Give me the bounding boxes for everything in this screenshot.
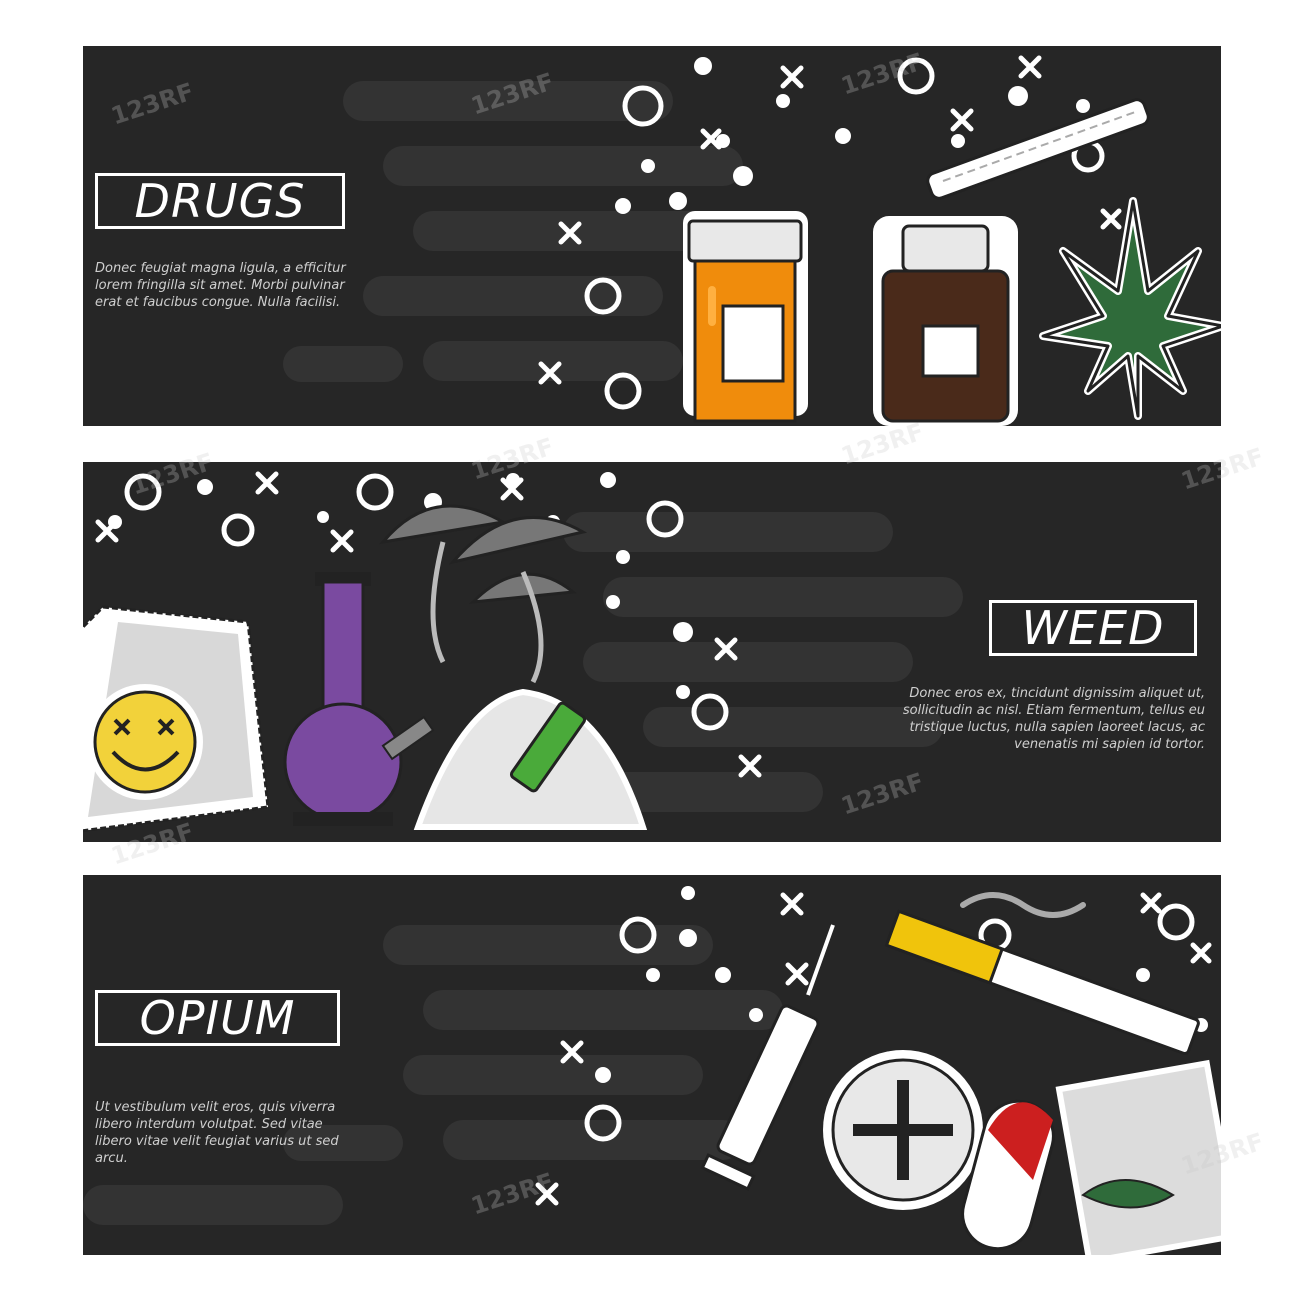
decor-dots bbox=[615, 57, 1090, 214]
smiley-icon bbox=[87, 684, 203, 800]
banner-title: WEED bbox=[989, 600, 1197, 656]
banner-drugs: DRUGS Donec feugiat magna ligula, a effi… bbox=[83, 46, 1221, 426]
tablet-icon bbox=[823, 1050, 983, 1210]
banner-description: Ut vestibulum velit eros, quis viverra l… bbox=[95, 1100, 339, 1166]
cigarette-icon bbox=[884, 892, 1200, 1056]
medicine-bottle-icon bbox=[873, 216, 1018, 426]
banner-opium-artwork bbox=[83, 886, 1221, 1255]
banner-title: DRUGS bbox=[95, 173, 345, 229]
banner-description: Donec eros ex, tincidunt dignissim aliqu… bbox=[902, 686, 1205, 752]
banner-description: Donec feugiat magna ligula, a efficitur … bbox=[95, 261, 346, 310]
background-streaks bbox=[83, 925, 783, 1225]
banner-drugs-artwork bbox=[283, 55, 1221, 426]
cannabis-leaf-icon bbox=[1039, 197, 1221, 420]
pill-bottle-icon bbox=[683, 211, 808, 423]
background-streaks bbox=[283, 81, 743, 382]
joint-icon bbox=[926, 98, 1150, 200]
syringe-icon bbox=[700, 924, 835, 1191]
banner-opium: OPIUM Ut vestibulum velit eros, quis viv… bbox=[83, 875, 1221, 1255]
mushroom-icon bbox=[379, 504, 588, 684]
banner-weed: WEED Donec eros ex, tincidunt dignissim … bbox=[83, 462, 1221, 842]
banner-title: OPIUM bbox=[95, 990, 340, 1046]
bong-icon bbox=[283, 572, 435, 826]
baggie-icon bbox=[1055, 1059, 1221, 1255]
